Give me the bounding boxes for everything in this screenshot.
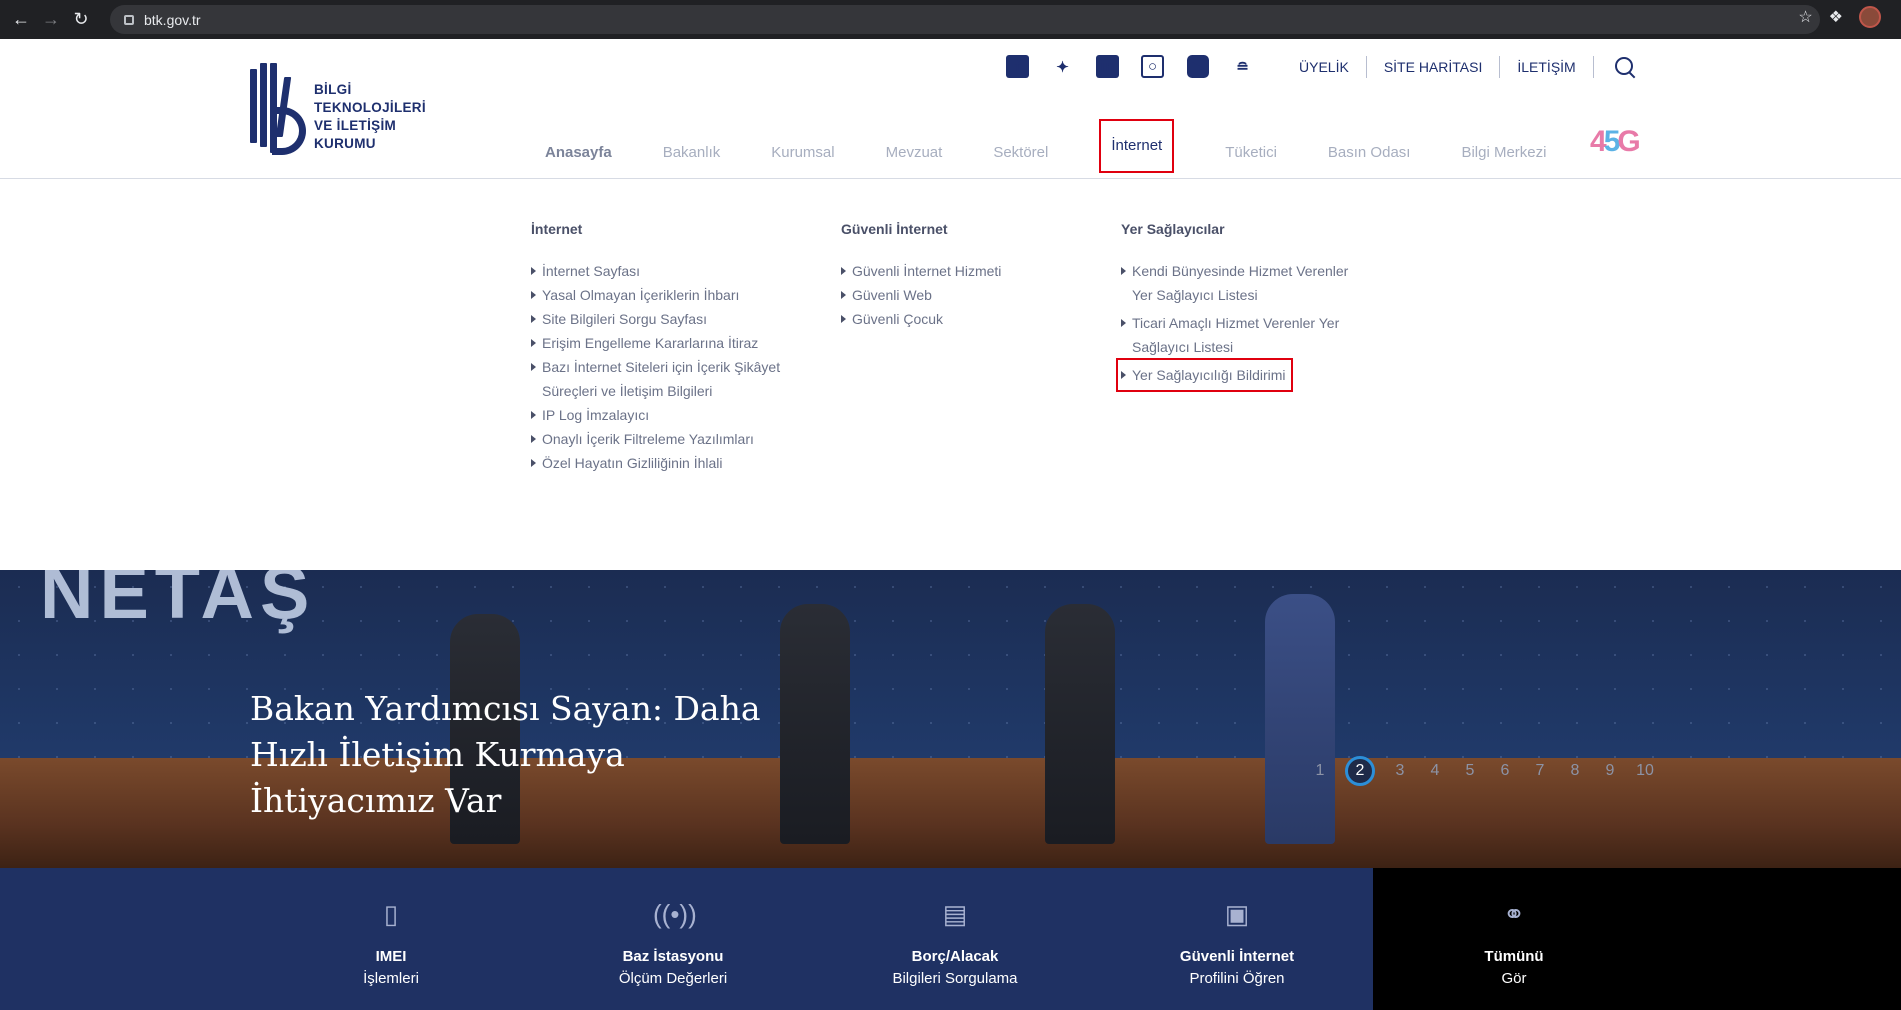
menu-item[interactable]: Bazı İnternet Siteleri için İçerik Şikây… (531, 355, 796, 403)
btk-logo[interactable]: BİLGİ TEKNOLOJİLERİ VE İLETİŞİM KURUMU (250, 63, 426, 155)
menu-item[interactable]: Site Bilgileri Sorgu Sayfası (531, 307, 796, 331)
url-text: btk.gov.tr (144, 11, 201, 28)
facebook-icon[interactable]: f (1006, 55, 1029, 78)
column-title: Yer Sağlayıcılar (1121, 221, 1225, 237)
browser-toolbar: ← → ↻ btk.gov.tr ☆ ❖ (0, 0, 1901, 39)
service-guvenli-internet[interactable]: ▣ Güvenli İnternet Profilini Öğren (1096, 868, 1378, 1010)
menu-item[interactable]: Güvenli Çocuk (841, 307, 1001, 331)
nav-sektorel[interactable]: Sektörel (993, 142, 1048, 164)
rss-icon[interactable]: ≘ (1231, 55, 1254, 78)
service-title: Tümünü (1484, 948, 1544, 965)
pager-item[interactable]: 7 (1530, 762, 1550, 780)
hero-person (1265, 594, 1335, 844)
slider-pager: 1 2 3 4 5 6 7 8 9 10 (1310, 756, 1655, 786)
linkedin-icon[interactable]: in (1096, 55, 1119, 78)
youtube-icon[interactable]: ▶ (1186, 55, 1209, 78)
star-icon[interactable]: ☆ (1798, 7, 1812, 27)
service-title: Borç/Alacak (911, 948, 999, 965)
nav-internet[interactable]: İnternet (1099, 119, 1175, 187)
service-title: Baz İstasyonu (622, 948, 724, 965)
menu-item[interactable]: Güvenli İnternet Hizmeti (841, 259, 1001, 283)
back-icon[interactable]: ← (6, 5, 36, 35)
hero-title[interactable]: Bakan Yardımcısı Sayan: Daha Hızlı İleti… (250, 686, 810, 824)
menu-item[interactable]: Özel Hayatın Gizliliğinin İhlali (531, 451, 796, 475)
yer-saglayiciligi-bildirimi-link[interactable]: Yer Sağlayıcılığı Bildirimi (1116, 358, 1293, 392)
nav-mevzuat[interactable]: Mevzuat (886, 142, 943, 164)
logo-mark-icon (250, 63, 308, 155)
instagram-icon[interactable]: ○ (1141, 55, 1164, 78)
nav-tuketici[interactable]: Tüketici (1225, 142, 1277, 164)
address-bar[interactable]: btk.gov.tr (110, 5, 1820, 34)
column-title: Güvenli İnternet (841, 221, 948, 237)
antenna-icon: ((•)) (653, 899, 697, 929)
service-subtitle: Gör (1501, 970, 1527, 987)
pager-item-current[interactable]: 2 (1345, 756, 1375, 786)
profile-avatar[interactable] (1859, 6, 1881, 28)
menu-item[interactable]: Onaylı İçerik Filtreleme Yazılımları (531, 427, 796, 451)
chart-icon: ▤ (942, 899, 968, 929)
menu-item[interactable]: İnternet Sayfası (531, 259, 796, 283)
hero-person (1045, 604, 1115, 844)
site-haritasi-link[interactable]: SİTE HARİTASI (1367, 55, 1501, 78)
pager-item[interactable]: 1 (1310, 762, 1330, 780)
forward-icon[interactable]: → (36, 5, 66, 35)
service-subtitle: İşlemleri (363, 970, 419, 987)
nav-basin-odasi[interactable]: Basın Odası (1328, 142, 1411, 164)
wall-brand-text: NETAŞ (40, 570, 316, 634)
lock-icon: ▣ (1224, 899, 1250, 929)
nav-anasayfa[interactable]: Anasayfa (545, 142, 612, 164)
nav-bakanlik[interactable]: Bakanlık (663, 142, 721, 164)
menu-item[interactable]: Erişim Engelleme Kararlarına İtiraz (531, 331, 796, 355)
pager-item[interactable]: 9 (1600, 762, 1620, 780)
pager-item[interactable]: 6 (1495, 762, 1515, 780)
service-title: Güvenli İnternet (1179, 948, 1295, 965)
guvenli-internet-column: Güvenli İnternet Güvenli İnternet Hizmet… (841, 221, 1001, 331)
iletisim-link[interactable]: İLETİŞİM (1500, 55, 1594, 78)
hero-slider[interactable]: NETAŞ Bakan Yardımcısı Sayan: Daha Hızlı… (0, 570, 1901, 868)
45g-logo[interactable]: 45G (1590, 125, 1641, 159)
reload-icon[interactable]: ↻ (66, 5, 96, 35)
search-icon[interactable] (1614, 56, 1636, 78)
service-subtitle: Bilgileri Sorgulama (892, 970, 1018, 987)
site-header: BİLGİ TEKNOLOJİLERİ VE İLETİŞİM KURUMU f… (0, 39, 1901, 187)
yer-saglayicilar-column: Yer Sağlayıcılar Kendi Bünyesinde Hizmet… (1116, 221, 1371, 392)
twitter-icon[interactable]: ✦ (1051, 55, 1074, 78)
extensions-icon[interactable]: ❖ (1829, 7, 1843, 27)
phone-icon: ▯ (383, 899, 399, 929)
uyelik-link[interactable]: ÜYELİK (1282, 55, 1367, 78)
pager-item[interactable]: 5 (1460, 762, 1480, 780)
link-icon: ⚭ (1503, 899, 1525, 929)
menu-item[interactable]: Yasal Olmayan İçeriklerin İhbarı (531, 283, 796, 307)
logo-text: BİLGİ TEKNOLOJİLERİ VE İLETİŞİM KURUMU (314, 82, 426, 151)
pager-item[interactable]: 8 (1565, 762, 1585, 780)
services-bar: ▯ IMEI İşlemleri ((•)) Baz İstasyonu Ölç… (0, 868, 1901, 1010)
service-imei[interactable]: ▯ IMEI İşlemleri (250, 868, 532, 1010)
nav-bilgi-merkezi[interactable]: Bilgi Merkezi (1461, 142, 1546, 164)
lock-icon (124, 14, 134, 25)
main-nav: Anasayfa Bakanlık Kurumsal Mevzuat Sektö… (545, 119, 1597, 187)
service-baz-istasyonu[interactable]: ((•)) Baz İstasyonu Ölçüm Değerleri (532, 868, 814, 1010)
menu-item[interactable]: Ticari Amaçlı Hizmet Verenler Yer Sağlay… (1121, 311, 1371, 359)
pager-item[interactable]: 10 (1635, 762, 1655, 780)
menu-item[interactable]: IP Log İmzalayıcı (531, 403, 796, 427)
pager-item[interactable]: 3 (1390, 762, 1410, 780)
service-title: IMEI (375, 948, 407, 965)
service-subtitle: Ölçüm Değerleri (618, 970, 728, 987)
internet-dropdown-menu: İnternet İnternet Sayfası Yasal Olmayan … (0, 179, 1901, 570)
internet-column: İnternet İnternet Sayfası Yasal Olmayan … (531, 221, 796, 475)
nav-kurumsal[interactable]: Kurumsal (771, 142, 834, 164)
menu-item[interactable]: Kendi Bünyesinde Hizmet Verenler Yer Sağ… (1121, 259, 1371, 307)
service-tumunu-gor[interactable]: ⚭ Tümünü Gör (1373, 868, 1901, 1010)
column-title: İnternet (531, 221, 583, 237)
menu-item[interactable]: Güvenli Web (841, 283, 1001, 307)
service-subtitle: Profilini Öğren (1189, 970, 1285, 987)
pager-item[interactable]: 4 (1425, 762, 1445, 780)
service-borc-alacak[interactable]: ▤ Borç/Alacak Bilgileri Sorgulama (814, 868, 1096, 1010)
